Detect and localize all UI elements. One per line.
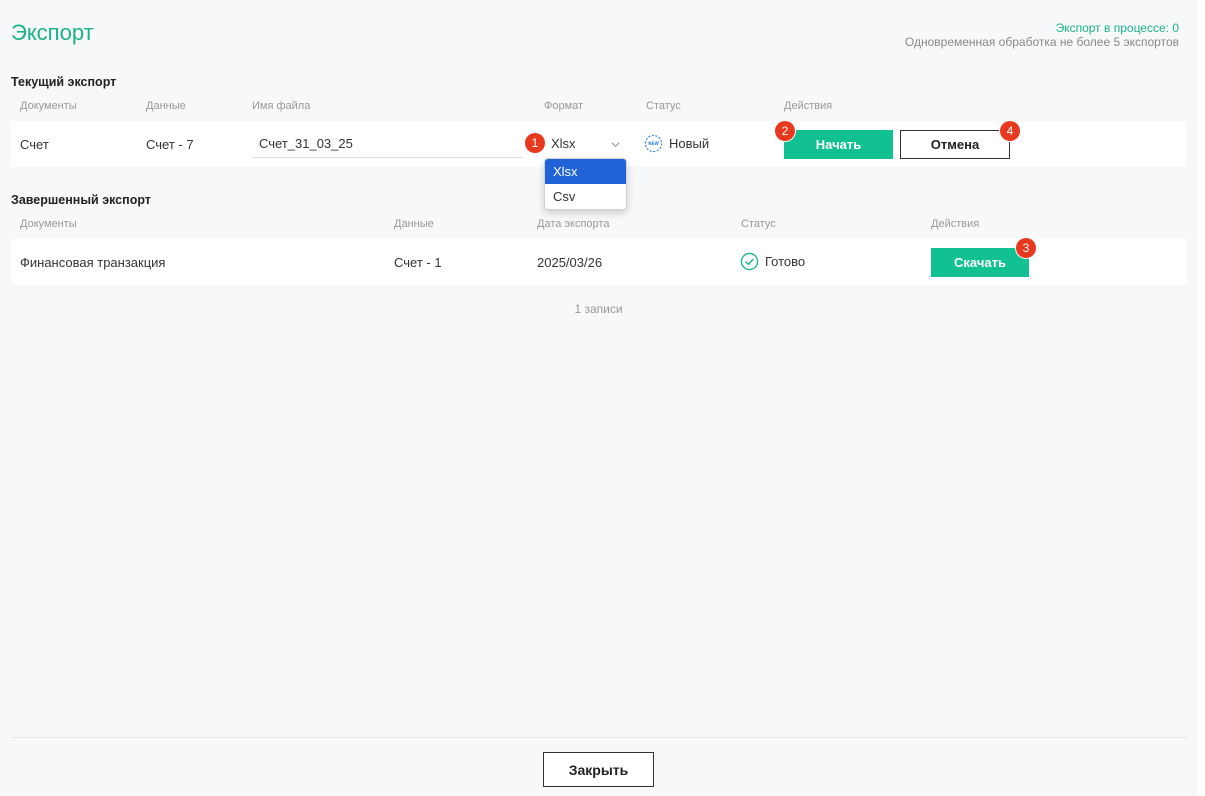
- chevron-down-icon: [611, 142, 620, 148]
- records-count: 1 записи: [574, 302, 623, 316]
- completed-status: Готово: [740, 252, 805, 271]
- current-document: Счет: [20, 137, 49, 152]
- current-export-title: Текущий экспорт: [11, 75, 117, 89]
- col-format: Формат: [544, 100, 584, 112]
- annotation-badge-4: 4: [1000, 121, 1020, 141]
- page-title: Экспорт: [11, 20, 94, 45]
- current-data: Счет - 7: [146, 137, 194, 152]
- completed-document: Финансовая транзакция: [20, 255, 166, 270]
- col-data: Данные: [146, 100, 186, 112]
- completed-col-documents: Документы: [20, 218, 77, 230]
- completed-status-text: Готово: [765, 254, 806, 269]
- completed-col-actions: Действия: [931, 218, 980, 230]
- start-button[interactable]: Начать: [784, 130, 893, 159]
- completed-col-data: Данные: [394, 218, 434, 230]
- completed-col-status: Статус: [741, 218, 776, 230]
- col-filename: Имя файла: [252, 100, 311, 112]
- current-status-text: Новый: [669, 136, 710, 151]
- col-documents: Документы: [20, 100, 77, 112]
- format-option-csv[interactable]: Csv: [545, 184, 626, 209]
- col-actions: Действия: [784, 100, 833, 112]
- annotation-badge-1: 1: [525, 133, 545, 153]
- completed-data: Счет - 1: [394, 255, 442, 270]
- export-limit-note: Одновременная обработка не более 5 экспо…: [904, 35, 1179, 49]
- in-process-count: Экспорт в процессе: 0: [1055, 21, 1179, 35]
- format-select-value: Xlsx: [551, 136, 576, 151]
- format-dropdown: Xlsx Csv: [544, 158, 627, 210]
- annotation-badge-3: 3: [1016, 238, 1036, 258]
- download-button[interactable]: Скачать: [931, 248, 1029, 277]
- completed-export-title: Завершенный экспорт: [11, 193, 151, 207]
- col-status: Статус: [646, 100, 681, 112]
- current-status: NEW Новый: [644, 134, 709, 153]
- close-button[interactable]: Закрыть: [543, 752, 654, 787]
- export-info: Экспорт в процессе: 0 Одновременная обра…: [905, 21, 1179, 49]
- check-circle-icon: [740, 252, 759, 271]
- cancel-button[interactable]: Отмена: [900, 130, 1010, 159]
- new-badge-icon: NEW: [644, 134, 663, 153]
- completed-date: 2025/03/26: [537, 255, 603, 270]
- format-select[interactable]: Xlsx: [546, 132, 624, 156]
- svg-text:NEW: NEW: [648, 141, 659, 146]
- filename-input[interactable]: [252, 130, 522, 158]
- export-panel: Экспорт Экспорт в процессе: 0 Одновремен…: [0, 0, 1197, 796]
- footer-divider: [11, 737, 1187, 738]
- annotation-badge-2: 2: [775, 121, 795, 141]
- completed-col-date: Дата экспорта: [537, 218, 610, 230]
- format-option-xlsx[interactable]: Xlsx: [545, 159, 626, 184]
